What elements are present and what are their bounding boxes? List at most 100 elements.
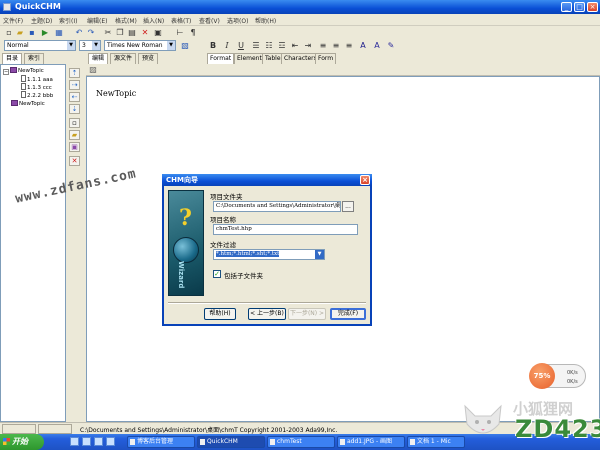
tree-item[interactable]: NewTopic xyxy=(11,100,45,108)
bold-button[interactable]: B xyxy=(208,41,218,50)
font-color-icon[interactable]: ▧ xyxy=(180,41,190,50)
dialog-divider xyxy=(168,302,366,304)
add-book-icon[interactable]: ▣ xyxy=(69,142,80,152)
save-icon[interactable]: ▪ xyxy=(27,28,37,37)
main-toolbar: ▫ ▰ ▪ ▶ ▦ ↶ ↷ ✂ ❐ ▤ ✕ ▣ ⊢ ¶ Format Eleme… xyxy=(0,26,600,64)
project-name-input[interactable]: chmTest.hhp xyxy=(213,224,358,235)
chevron-down-icon: ▼ xyxy=(92,41,100,50)
image-icon[interactable]: ▨ xyxy=(88,65,98,74)
task-button-quickchm[interactable]: QuickCHM xyxy=(197,436,265,448)
move-up-icon[interactable]: ⇡ xyxy=(69,68,80,78)
task-button-chmtest[interactable]: chmTest xyxy=(267,436,335,448)
align-left-icon[interactable]: ☰ xyxy=(251,41,261,50)
close-button[interactable]: × xyxy=(587,2,598,12)
menu-file[interactable]: 文件(F) xyxy=(3,16,23,25)
compile-icon[interactable]: ▶ xyxy=(40,28,50,37)
quicklaunch-icon[interactable] xyxy=(94,437,103,446)
include-subfolders-checkbox[interactable]: ✓ xyxy=(213,270,221,278)
task-button-paint[interactable]: add1.JPG - 画图 xyxy=(337,436,405,448)
menu-options[interactable]: 选项(O) xyxy=(227,16,248,25)
indent-icon[interactable]: ⇥ xyxy=(303,41,313,50)
quicklaunch-icon[interactable] xyxy=(82,437,91,446)
minimize-button[interactable]: _ xyxy=(561,2,572,12)
view-icon[interactable]: ▦ xyxy=(54,28,64,37)
quicklaunch-icon[interactable] xyxy=(70,437,79,446)
tab-contents[interactable]: 目录 xyxy=(2,53,23,64)
task-button-blog[interactable]: 博客后台管理 xyxy=(127,436,195,448)
move-down-icon[interactable]: ⇣ xyxy=(69,104,80,114)
size-select[interactable]: 3 ▼ xyxy=(79,40,101,51)
chevron-down-icon: ▼ xyxy=(167,41,175,50)
tree-item[interactable]: 2.2.2 bbb xyxy=(21,91,53,99)
menu-help[interactable]: 帮助(H) xyxy=(255,16,276,25)
move-right-icon[interactable]: ⇢ xyxy=(69,80,80,90)
find-icon[interactable]: ▣ xyxy=(153,28,163,37)
underline-button[interactable]: U xyxy=(236,41,246,50)
redo-icon[interactable]: ↷ xyxy=(86,28,96,37)
browse-button[interactable]: ... xyxy=(342,201,354,212)
highlight-icon[interactable]: A xyxy=(372,41,382,50)
add-folder-icon[interactable]: ▰ xyxy=(69,130,80,140)
outdent-icon[interactable]: ⇤ xyxy=(290,41,300,50)
menu-format[interactable]: 格式(M) xyxy=(115,16,137,25)
menu-table[interactable]: 表格(T) xyxy=(171,16,191,25)
tab-source[interactable]: 源文件 xyxy=(110,53,137,64)
include-subfolders-label: 包括子文件夹 xyxy=(224,272,263,280)
menu-view[interactable]: 查看(V) xyxy=(199,16,220,25)
italic-button[interactable]: I xyxy=(222,41,232,50)
tab-preview[interactable]: 预览 xyxy=(138,53,159,64)
finish-button[interactable]: 完成(F) xyxy=(330,308,366,320)
font-select[interactable]: Times New Roman ▼ xyxy=(104,40,176,51)
next-button[interactable]: 下一步(N) > xyxy=(288,308,326,320)
menu-insert[interactable]: 插入(N) xyxy=(143,16,164,25)
collapse-icon[interactable]: − xyxy=(3,69,9,75)
editor-tabs: 编辑 源文件 预览 xyxy=(86,53,600,64)
dialog-close-button[interactable]: × xyxy=(360,175,370,185)
align-center-icon[interactable]: ≡ xyxy=(331,41,341,50)
editor-toolbar: ▨ xyxy=(86,64,600,76)
cut-icon[interactable]: ✂ xyxy=(103,28,113,37)
copy-icon[interactable]: ❐ xyxy=(115,28,125,37)
tab-edit[interactable]: 编辑 xyxy=(88,53,109,64)
upload-speed: 0K/s xyxy=(567,370,578,376)
tree-item[interactable]: 1.1.1 aaa xyxy=(21,75,53,83)
text-color-icon[interactable]: A xyxy=(358,41,368,50)
add-page-icon[interactable]: ▫ xyxy=(69,118,80,128)
menu-edit[interactable]: 编辑(E) xyxy=(87,16,107,25)
delete-icon[interactable]: ✕ xyxy=(140,28,150,37)
help-button[interactable]: 帮助(H) xyxy=(204,308,236,320)
project-folder-input[interactable]: C:\Documents and Settings\Administrator\… xyxy=(213,201,341,212)
tree-tools: ⇡ ⇢ ⇠ ⇣ ▫ ▰ ▣ ✕ xyxy=(68,68,82,178)
undo-icon[interactable]: ↶ xyxy=(74,28,84,37)
quicklaunch-icon[interactable] xyxy=(106,437,115,446)
bullet-list-icon[interactable]: ☷ xyxy=(264,41,274,50)
tab-index[interactable]: 索引 xyxy=(24,53,45,64)
back-button[interactable]: < 上一步(B) xyxy=(248,308,286,320)
file-filter-select[interactable]: *.htm;*.html;*.sht;*.txt ▼ xyxy=(213,249,325,260)
menu-index[interactable]: 索引(I) xyxy=(59,16,77,25)
globe-icon xyxy=(173,237,199,263)
network-speed-widget: 75% 0K/s 0K/s xyxy=(529,363,586,389)
style-select[interactable]: Normal ▼ xyxy=(4,40,76,51)
start-button[interactable]: 开始 xyxy=(0,434,44,450)
status-box xyxy=(2,424,36,434)
menu-topic[interactable]: 主题(D) xyxy=(31,16,52,25)
new-file-icon[interactable]: ▫ xyxy=(4,28,14,37)
open-folder-icon[interactable]: ▰ xyxy=(15,28,25,37)
paragraph-icon[interactable]: ¶ xyxy=(188,28,198,37)
project-folder-label: 项目文件夹 xyxy=(210,193,243,201)
dialog-title-bar: CHM向导 × xyxy=(162,174,372,186)
numbered-list-icon[interactable]: ☲ xyxy=(277,41,287,50)
move-left-icon[interactable]: ⇠ xyxy=(69,92,80,102)
clear-format-icon[interactable]: ✎ xyxy=(386,41,396,50)
site-logo: 小狐狸网 ZD423 xyxy=(455,398,600,450)
status-box xyxy=(38,424,72,434)
tree-item[interactable]: − NewTopic xyxy=(3,67,44,75)
delete-icon[interactable]: ✕ xyxy=(69,156,80,166)
maximize-button[interactable]: □ xyxy=(574,2,585,12)
paste-icon[interactable]: ▤ xyxy=(127,28,137,37)
tree-item[interactable]: 1.1.3 ccc xyxy=(21,83,52,91)
align-left-icon[interactable]: ≡ xyxy=(318,41,328,50)
hr-icon[interactable]: ⊢ xyxy=(175,28,185,37)
align-right-icon[interactable]: ≡ xyxy=(344,41,354,50)
